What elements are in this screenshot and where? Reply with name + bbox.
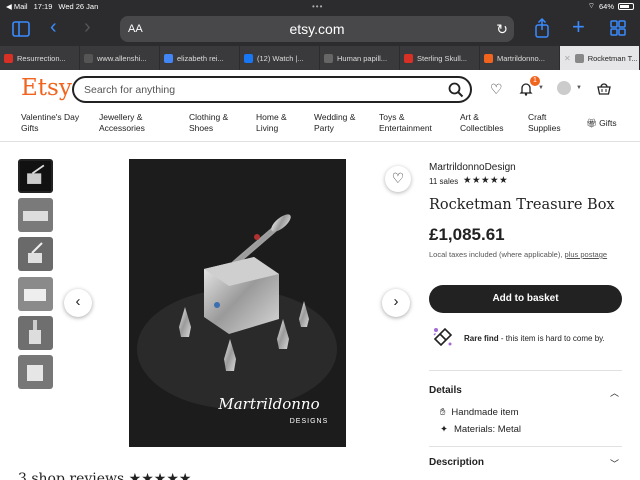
details-heading[interactable]: Details [429,385,462,396]
tab-favicon-icon [244,53,253,63]
description-heading[interactable]: Description [429,457,484,468]
etsy-logo[interactable]: Etsy [21,75,72,101]
detail-materials: ✦ Materials: Metal [440,424,522,435]
product-image[interactable]: Martrildonno DESIGNS [129,159,346,447]
thumbnail-1[interactable] [18,159,53,193]
designer-signature: Martrildonno [217,395,319,413]
tab-favicon-icon [324,53,333,63]
tab-label: Human papill... [337,53,388,63]
tab-label: Sterling Skull... [417,53,468,63]
designer-signature-sub: DESIGNS [290,418,329,425]
sparkle-icon: ✦ [440,424,448,435]
text-size-button[interactable]: AA [128,23,143,35]
tab-label: elizabeth rei... [177,53,224,63]
category-wedding-party[interactable]: Wedding & Party [314,112,366,133]
category-craft-supplies[interactable]: Craft Supplies [528,112,572,133]
share-icon[interactable] [534,18,550,38]
product-price: £1,085.61 [429,225,505,244]
shop-name-link[interactable]: MartrildonnoDesign [429,162,516,173]
back-to-mail[interactable]: ◀ Mail [6,2,28,11]
search-placeholder: Search for anything [84,83,176,96]
next-image-button[interactable]: › [382,289,410,317]
thumbnail-4[interactable] [18,277,53,311]
back-icon[interactable]: ‹ [50,16,57,39]
rare-find-hourglass-icon [433,327,453,347]
status-date: Wed 26 Jan [58,1,99,11]
multitask-dots-icon[interactable]: ••• [312,2,323,11]
category-gifts[interactable]: 🎁︎ Gifts [586,118,617,129]
favourite-heart-button[interactable]: ♡ [385,166,411,192]
chevron-down-icon[interactable]: ▼ [538,85,544,91]
browser-tab[interactable]: ✕ Rocketman T... [560,46,640,70]
avatar[interactable] [557,81,571,95]
tab-overview-icon[interactable] [610,20,626,36]
category-toys-entertainment[interactable]: Toys & Entertainment [379,112,443,133]
battery-icon [618,2,634,10]
category-valentines-day-gifts[interactable]: Valentine's Day Gifts [21,112,87,133]
category-clothing-shoes[interactable]: Clothing & Shoes [189,112,241,133]
url-text: etsy.com [289,21,345,37]
tab-label: Resurrection... [17,53,66,63]
thumbnail-2[interactable] [18,198,53,232]
status-time: 17:19 [33,1,53,11]
sidebar-icon[interactable] [12,21,30,37]
browser-toolbar: ‹ › AA etsy.com ↻ + [0,12,640,46]
rare-find-note: Rare find - this item is hard to come by… [464,334,605,343]
search-icon[interactable] [446,80,466,100]
category-nav: Valentine's Day Gifts Jewellery & Access… [0,112,640,142]
tab-label: (12) Watch |... [257,53,304,63]
thumbnail-3[interactable] [18,237,53,271]
tab-label: Rocketman T... [587,53,638,63]
forward-icon[interactable]: › [84,16,91,39]
status-bar: ◀ Mail 17:19 Wed 26 Jan ••• ⌔ 64% [0,0,640,12]
tab-strip: Resurrection... www.allenshi... elizabeth … [0,46,640,70]
browser-tab[interactable]: www.allenshi... [80,46,160,70]
gift-icon: 🎁︎ [586,118,597,128]
tab-label: Martrildonno... [497,53,545,63]
detail-handmade: ✋︎ Handmade item [440,407,519,418]
tab-favicon-icon [164,53,173,63]
battery-percent: 64% [598,1,614,11]
favourites-heart-icon[interactable]: ♡ [490,81,503,98]
new-tab-icon[interactable]: + [572,14,585,40]
sales-count: 11 sales [429,177,459,186]
browser-tab[interactable]: elizabeth rei... [160,46,240,70]
chevron-up-icon[interactable]: ︿ [610,386,619,399]
reviews-stars: ★★★★★ [128,471,192,480]
browser-tab[interactable]: Martrildonno... [480,46,560,70]
category-art-collectibles[interactable]: Art & Collectibles [460,112,514,133]
divider [429,446,622,447]
product-title: Rocketman Treasure Box [429,197,615,213]
reload-icon[interactable]: ↻ [496,21,508,38]
category-jewellery-accessories[interactable]: Jewellery & Accessories [99,112,169,133]
postage-link[interactable]: plus postage [565,250,608,259]
tab-favicon-icon [484,53,493,63]
browser-tab[interactable]: (12) Watch |... [240,46,320,70]
category-home-living[interactable]: Home & Living [256,112,302,133]
hand-icon: ✋︎ [440,407,446,418]
search-input[interactable]: Search for anything [72,76,472,103]
address-bar[interactable]: AA etsy.com ↻ [120,16,514,42]
wifi-icon: ⌔ [587,1,595,10]
tab-favicon-icon [4,53,13,63]
tab-favicon-icon [574,53,584,63]
close-tab-icon[interactable]: ✕ [564,54,571,63]
tab-favicon-icon [404,53,413,63]
chevron-down-icon[interactable]: ﹀ [610,457,619,470]
add-to-basket-button[interactable]: Add to basket [429,285,622,313]
shop-rating-stars[interactable]: ★★★★★ [463,175,508,186]
basket-icon[interactable] [596,80,612,96]
thumbnail-6[interactable] [18,355,53,389]
tab-favicon-icon [84,53,93,63]
browser-tab[interactable]: Resurrection... [0,46,80,70]
browser-tab[interactable]: Human papill... [320,46,400,70]
chevron-down-icon[interactable]: ▼ [576,85,582,91]
previous-image-button[interactable]: ‹ [64,289,92,317]
tax-note: Local taxes included (where applicable),… [429,250,608,259]
browser-tab[interactable]: Sterling Skull... [400,46,480,70]
tab-label: www.allenshi... [97,53,147,63]
shop-reviews-heading: 3 shop reviews ★★★★★ [18,471,191,480]
divider [429,370,622,371]
thumbnail-5[interactable] [18,316,53,350]
